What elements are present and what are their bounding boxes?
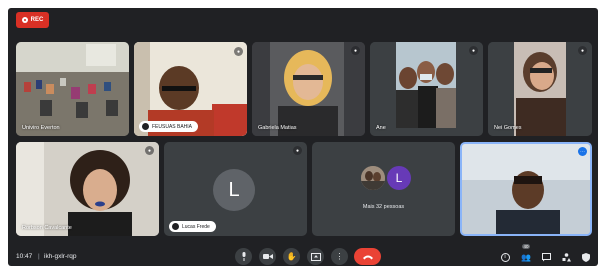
- clock: 10:47: [16, 253, 33, 260]
- hang-up-icon: [362, 255, 373, 259]
- participant-name: Gabriela Matias: [258, 125, 297, 131]
- avatar: L: [213, 169, 255, 211]
- participant-tile-ane[interactable]: ● Ane: [370, 42, 483, 136]
- classroom-video: [16, 42, 129, 136]
- camera-icon: [262, 254, 273, 259]
- participant-tile-active-speaker[interactable]: ⋯: [460, 142, 592, 236]
- raise-hand-button[interactable]: ✋: [283, 248, 300, 265]
- more-participants-tile[interactable]: L Mais 32 pessoas: [312, 142, 455, 236]
- avatar-group-photo: [361, 166, 385, 190]
- meeting-code: ikh-gxlr-rqp: [44, 253, 77, 260]
- host-controls-button[interactable]: [580, 251, 592, 263]
- group-photo: [361, 166, 385, 190]
- mic-off-icon: ●: [578, 46, 587, 55]
- participant-tile-classroom[interactable]: Univiro Everton: [16, 42, 129, 136]
- record-icon: [21, 17, 28, 23]
- people-icon: 👥: [521, 252, 531, 262]
- gabriela-video: [252, 42, 365, 136]
- participant-tile-nei[interactable]: ● Nei Gomes: [488, 42, 592, 136]
- activities-button[interactable]: [560, 251, 572, 263]
- info-button[interactable]: i: [499, 251, 511, 263]
- raise-hand-icon: ✋: [286, 252, 297, 261]
- present-button[interactable]: [307, 248, 324, 265]
- meet-window: REC Univiro Everton ● FEUSUAS BAHIA ● Ga…: [8, 8, 598, 266]
- ane-video: [370, 42, 483, 136]
- mic-off-icon: ●: [351, 46, 360, 55]
- bar-divider: |: [38, 253, 40, 260]
- camera-button[interactable]: [259, 248, 276, 265]
- participant-name: FEUSUAS BAHIA: [152, 123, 193, 130]
- mic-off-icon: ●: [293, 146, 302, 155]
- mic-off-icon: ●: [469, 46, 478, 55]
- host-controls-icon: [582, 252, 590, 262]
- mic-off-icon: ●: [234, 47, 243, 56]
- pin-icon: [142, 123, 149, 130]
- more-options-button[interactable]: ⋮: [331, 248, 348, 265]
- participant-name: Univiro Everton: [22, 125, 60, 131]
- activities-icon: [562, 252, 571, 261]
- name-chip: FEUSUAS BAHIA: [139, 121, 199, 132]
- rorbson-video: [16, 142, 159, 236]
- info-icon: i: [500, 252, 510, 262]
- participant-name: Nei Gomes: [494, 125, 522, 131]
- participant-tile-feusuas[interactable]: ● FEUSUAS BAHIA: [134, 42, 247, 136]
- participant-name: Lucas Frede: [182, 223, 210, 230]
- name-chip: Lucas Frede: [169, 221, 216, 232]
- chat-icon: [541, 252, 551, 261]
- recording-label: REC: [30, 17, 44, 23]
- more-options-icon: ⋮: [335, 252, 344, 261]
- people-count-badge: 40: [522, 244, 531, 249]
- speaking-indicator-icon: ⋯: [578, 147, 587, 156]
- nei-video: [488, 42, 592, 136]
- speaker-video: [462, 144, 590, 234]
- more-participants-label: Mais 32 pessoas: [362, 204, 405, 210]
- participant-tile-rorbson[interactable]: ● Rorbson Cavalcante: [16, 142, 159, 236]
- participant-tile-lucas[interactable]: L ● Lucas Frede: [164, 142, 307, 236]
- hang-up-button[interactable]: [354, 248, 381, 265]
- mic-icon: [242, 252, 245, 261]
- people-button[interactable]: 👥 40: [520, 244, 532, 263]
- participant-tile-gabriela[interactable]: ● Gabriela Matias: [252, 42, 365, 136]
- avatar: L: [387, 166, 411, 190]
- present-icon: [310, 252, 321, 261]
- chat-button[interactable]: [540, 251, 552, 263]
- recording-indicator: REC: [16, 12, 49, 28]
- mic-off-icon: ●: [145, 146, 154, 155]
- pin-icon: [172, 223, 179, 230]
- participant-name: Ane: [376, 125, 386, 131]
- mic-button[interactable]: [235, 248, 252, 265]
- participant-name: Rorbson Cavalcante: [22, 225, 72, 231]
